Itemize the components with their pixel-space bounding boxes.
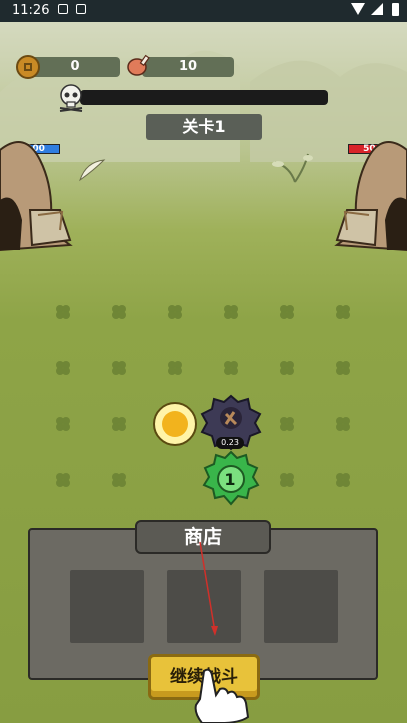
shop-slot-1[interactable]: [70, 570, 144, 643]
wifi-icon: [351, 3, 365, 15]
placement-marker[interactable]: [335, 360, 351, 376]
tutorial-arrow: [199, 541, 218, 636]
placement-marker[interactable]: [335, 304, 351, 320]
coin-icon: [16, 55, 40, 79]
tutorial-hand-icon: [194, 668, 250, 723]
notification-icon: [58, 4, 68, 14]
coin-count: 0: [70, 59, 80, 74]
placement-marker[interactable]: [111, 416, 127, 432]
placement-marker[interactable]: [111, 304, 127, 320]
meat-counter: 10: [142, 57, 234, 77]
skull-icon: [59, 84, 83, 112]
plant-decoration: [272, 153, 313, 183]
placement-marker[interactable]: [111, 472, 127, 488]
placement-marker[interactable]: [335, 472, 351, 488]
shop-slot-3[interactable]: [264, 570, 338, 643]
placement-marker[interactable]: [55, 304, 71, 320]
meat-count: 10: [178, 59, 198, 74]
notification-icon: [76, 4, 86, 14]
sun-icon[interactable]: [153, 402, 197, 446]
player-base-tree-stump[interactable]: [0, 120, 80, 260]
placement-marker[interactable]: [279, 304, 295, 320]
unit-timer-value: 0.23: [221, 438, 239, 447]
coin-counter: 0: [30, 57, 120, 77]
placement-marker[interactable]: [55, 416, 71, 432]
placement-marker[interactable]: [167, 360, 183, 376]
enemy-base-tree-stump[interactable]: [327, 120, 407, 260]
unit-cooldown-timer: 0.23: [216, 437, 244, 449]
battery-icon: [392, 3, 399, 16]
leaf-decoration: [79, 159, 106, 182]
gear-level: 1: [224, 470, 236, 489]
level-label: 关卡1: [146, 114, 262, 140]
placement-marker[interactable]: [279, 360, 295, 376]
status-bar: 11:26: [0, 0, 407, 22]
placement-marker[interactable]: [279, 472, 295, 488]
placement-marker[interactable]: [223, 360, 239, 376]
placement-marker[interactable]: [335, 416, 351, 432]
placement-marker[interactable]: [111, 360, 127, 376]
status-time: 11:26: [12, 3, 50, 18]
signal-icon: [371, 3, 383, 15]
placement-marker[interactable]: [279, 416, 295, 432]
meat-icon: [127, 54, 150, 76]
placement-marker[interactable]: [55, 472, 71, 488]
placement-marker[interactable]: [55, 360, 71, 376]
wave-progress-bar: [80, 90, 328, 105]
placement-marker[interactable]: [223, 304, 239, 320]
placement-marker[interactable]: [167, 304, 183, 320]
